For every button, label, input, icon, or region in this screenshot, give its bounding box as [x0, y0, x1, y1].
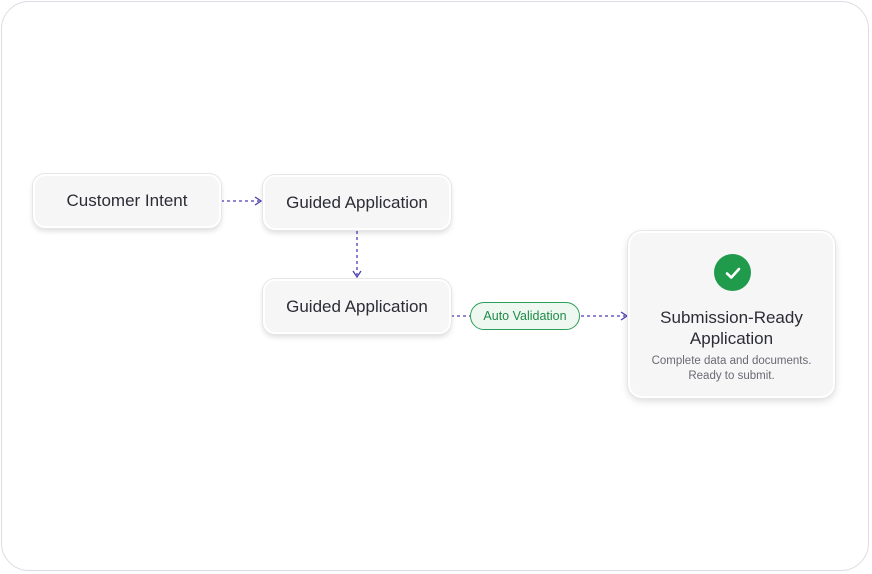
auto-validation-label: Auto Validation [483, 309, 567, 323]
node-guided-application-top-label: Guided Application [286, 192, 428, 212]
node-customer-intent: Customer Intent [33, 174, 221, 228]
node-guided-application-top: Guided Application [263, 175, 451, 230]
result-subtitle: Complete data and documents. Ready to su… [651, 355, 812, 382]
auto-validation-badge: Auto Validation [470, 302, 580, 330]
check-circle-icon [714, 254, 751, 291]
node-customer-intent-label: Customer Intent [66, 191, 188, 210]
checkmark-icon [725, 267, 740, 279]
submission-ready-card: Submission-Ready Application Complete da… [628, 231, 835, 398]
result-title: Submission-Ready Application [660, 308, 803, 348]
node-guided-application-bottom-label: Guided Application [286, 296, 428, 316]
node-guided-application-bottom: Guided Application [263, 279, 451, 334]
